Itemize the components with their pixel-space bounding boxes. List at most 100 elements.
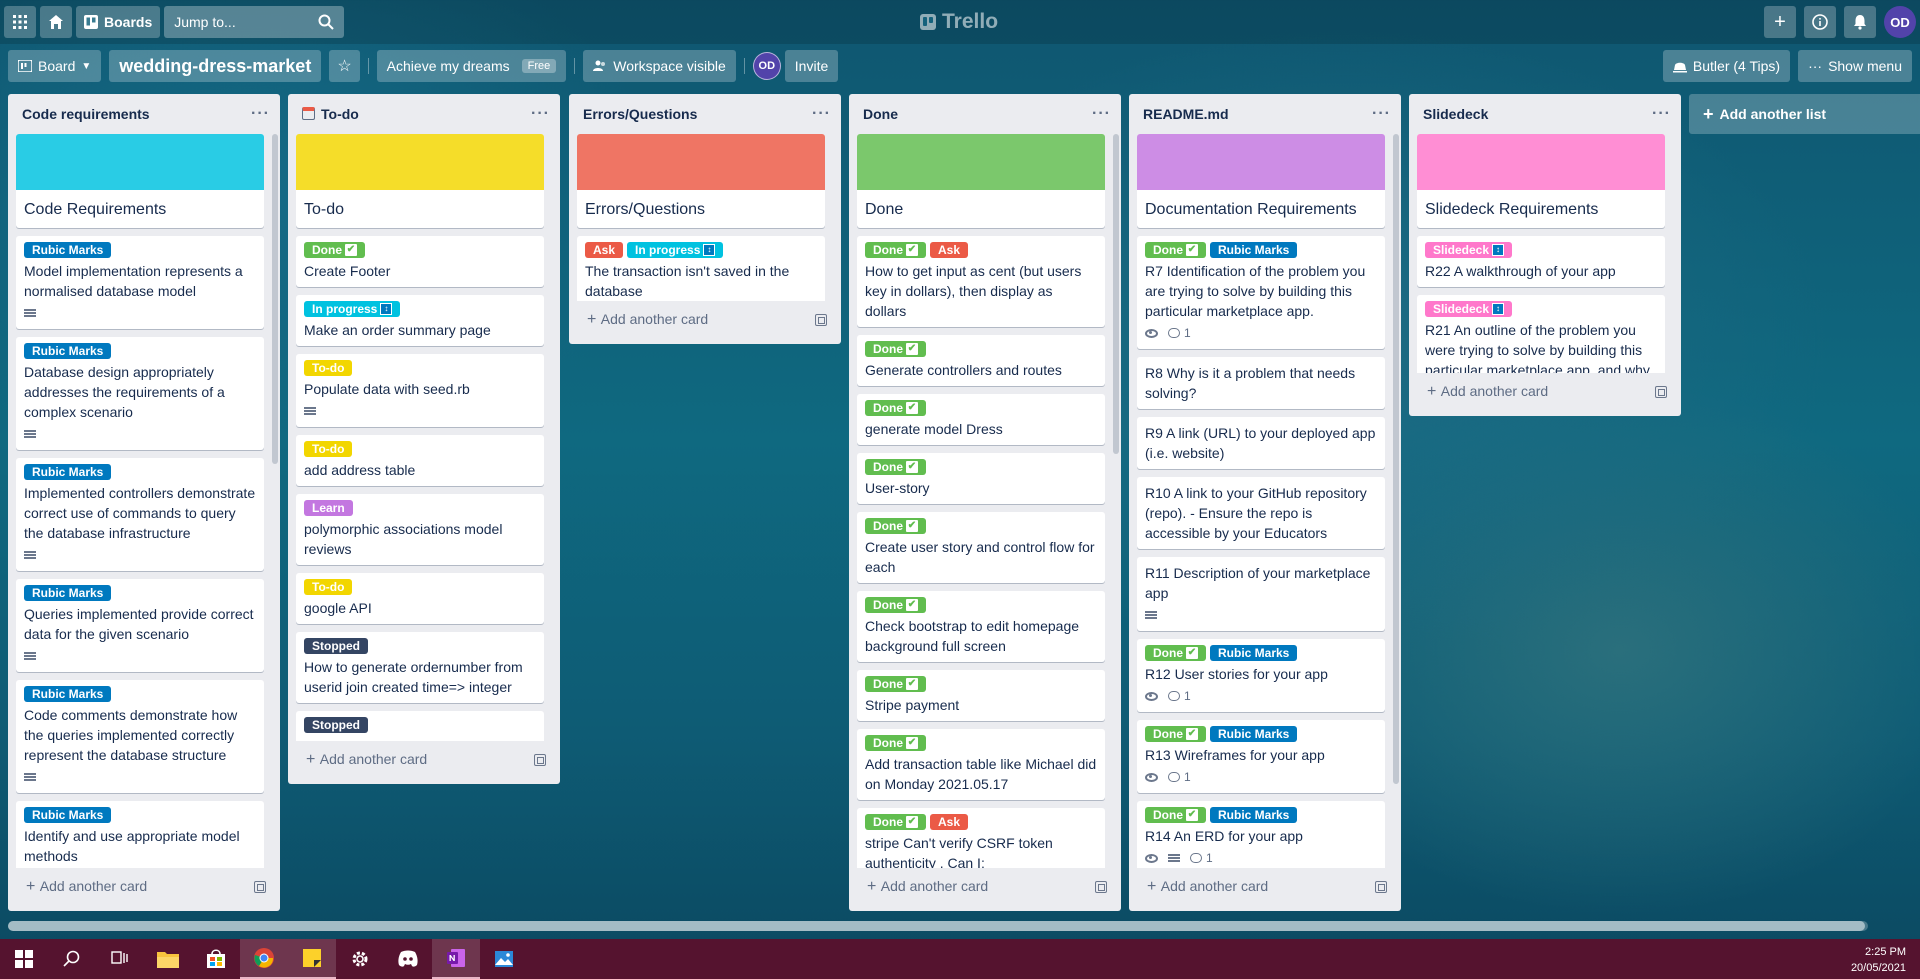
card[interactable]: Done ✔ Rubic Marks R13 Wireframes for your …	[1137, 720, 1385, 793]
cover-card[interactable]: Errors/Questions	[577, 134, 825, 228]
board-title-button[interactable]: wedding-dress-market	[109, 50, 322, 82]
list-title[interactable]: Done	[863, 106, 898, 122]
card[interactable]: Done ✔ Check bootstrap to edit homepage ba…	[857, 591, 1105, 662]
home-button[interactable]	[40, 6, 72, 38]
card[interactable]: Rubic Marks Database design appropriately…	[16, 337, 264, 450]
card[interactable]: R11 Description of your marketplace app	[1137, 557, 1385, 631]
photos-app[interactable]	[480, 939, 528, 979]
card[interactable]: Slidedeck ↕ R21 An outline of the problem …	[1417, 295, 1665, 373]
board-view-switcher[interactable]: Board ▼	[8, 50, 102, 82]
card[interactable]: To-do Populate data with seed.rb	[296, 354, 544, 427]
sticky-notes-app[interactable]	[288, 939, 336, 979]
list-menu-icon[interactable]: ···	[1092, 105, 1111, 123]
card-template-icon[interactable]	[254, 881, 266, 893]
list-menu-icon[interactable]: ···	[1652, 105, 1671, 123]
card[interactable]: R9 A link (URL) to your deployed app (i.…	[1137, 417, 1385, 469]
scrollbar-thumb[interactable]	[8, 921, 1865, 931]
card[interactable]: Learn polymorphic associations model revi…	[296, 494, 544, 565]
card[interactable]: Rubic Marks Identify and use appropriate …	[16, 801, 264, 868]
add-card-button[interactable]: + Add another card	[569, 301, 841, 339]
invite-button[interactable]: Invite	[784, 50, 839, 82]
list-title[interactable]: To-do	[302, 106, 359, 122]
card[interactable]: Done ✔ Rubic Marks R7 Identification of the…	[1137, 236, 1385, 349]
add-card-button[interactable]: + Add another card	[1129, 868, 1401, 906]
system-clock[interactable]: 2:25 PM 20/05/2021	[1851, 944, 1906, 976]
list-title[interactable]: Slidedeck	[1423, 106, 1488, 122]
list-scrollbar[interactable]	[272, 134, 278, 464]
horizontal-scrollbar[interactable]	[8, 921, 1868, 931]
card[interactable]: Done ✔ Rubic Marks R12 User stories for you…	[1137, 639, 1385, 712]
card[interactable]: In progress ↕ Make an order summary page	[296, 295, 544, 346]
file-explorer-app[interactable]	[144, 939, 192, 979]
card[interactable]: Ask In progress ↕ The transaction isn't sav…	[577, 236, 825, 301]
add-card-button[interactable]: + Add another card	[8, 868, 280, 906]
cover-card[interactable]: Done	[857, 134, 1105, 228]
card[interactable]: Stopped create new model for size, color	[296, 711, 544, 741]
add-card-button[interactable]: + Add another card	[1409, 373, 1681, 411]
workspace-button[interactable]: Achieve my dreams Free	[376, 50, 567, 82]
card[interactable]: Rubic Marks Queries implemented provide c…	[16, 579, 264, 672]
user-avatar[interactable]: OD	[1884, 6, 1916, 38]
card[interactable]: Done ✔ Generate controllers and routes	[857, 335, 1105, 386]
list-menu-icon[interactable]: ···	[1372, 105, 1391, 123]
card[interactable]: Done ✔ Add transaction table like Michael …	[857, 729, 1105, 800]
search-taskbar-button[interactable]	[48, 939, 96, 979]
info-button[interactable]	[1804, 6, 1836, 38]
card-template-icon[interactable]	[815, 314, 827, 326]
list-menu-icon[interactable]: ···	[812, 105, 831, 123]
card[interactable]: To-do add address table	[296, 435, 544, 486]
jump-search-input[interactable]: Jump to...	[164, 6, 345, 38]
add-card-button[interactable]: + Add another card	[849, 868, 1121, 906]
task-view-button[interactable]	[96, 939, 144, 979]
create-button[interactable]: +	[1764, 6, 1796, 38]
card-template-icon[interactable]	[534, 754, 546, 766]
cover-card[interactable]: Slidedeck Requirements	[1417, 134, 1665, 228]
add-list-button[interactable]: + Add another list	[1689, 94, 1920, 134]
card[interactable]: Stopped How to generate ordernumber from …	[296, 632, 544, 703]
cover-card[interactable]: Documentation Requirements	[1137, 134, 1385, 228]
discord-app[interactable]	[384, 939, 432, 979]
store-app[interactable]	[192, 939, 240, 979]
settings-app[interactable]	[336, 939, 384, 979]
card[interactable]: Done ✔ Ask How to get input as cent (but us…	[857, 236, 1105, 327]
card[interactable]: Rubic Marks Model implementation represen…	[16, 236, 264, 329]
trello-logo[interactable]: Trello	[920, 10, 998, 34]
cover-card[interactable]: To-do	[296, 134, 544, 228]
boards-button[interactable]: Boards	[76, 6, 161, 38]
cover-card[interactable]: Code Requirements	[16, 134, 264, 228]
list-title[interactable]: Errors/Questions	[583, 106, 697, 122]
card[interactable]: Done ✔ generate model Dress	[857, 394, 1105, 445]
card[interactable]: Rubic Marks Implemented controllers demon…	[16, 458, 264, 571]
list-title[interactable]: Code requirements	[22, 106, 150, 122]
butler-button[interactable]: Butler (4 Tips)	[1662, 50, 1791, 82]
card[interactable]: To-do google API	[296, 573, 544, 624]
card-template-icon[interactable]	[1375, 881, 1387, 893]
chrome-app[interactable]	[240, 939, 288, 979]
onenote-app[interactable]	[432, 939, 480, 979]
notifications-button[interactable]	[1844, 6, 1876, 38]
list-menu-icon[interactable]: ···	[251, 105, 270, 123]
star-button[interactable]: ☆	[329, 50, 360, 82]
list-menu-icon[interactable]: ···	[531, 105, 550, 123]
card[interactable]: Done ✔ Stripe payment	[857, 670, 1105, 721]
add-card-button[interactable]: + Add another card	[288, 741, 560, 779]
card[interactable]: Done ✔ User-story	[857, 453, 1105, 504]
show-menu-button[interactable]: ··· Show menu	[1798, 50, 1912, 82]
card[interactable]: Slidedeck ↕ R22 A walkthrough of your app	[1417, 236, 1665, 287]
card[interactable]: Done ✔ Create Footer	[296, 236, 544, 287]
card[interactable]: Done ✔ Ask stripe Can't verify CSRF token a…	[857, 808, 1105, 868]
visibility-button[interactable]: Workspace visible	[583, 50, 736, 82]
list-scrollbar[interactable]	[1393, 134, 1399, 784]
apps-grid-icon[interactable]	[4, 6, 36, 38]
card[interactable]: Rubic Marks Code comments demonstrate how…	[16, 680, 264, 793]
card-template-icon[interactable]	[1095, 881, 1107, 893]
card-template-icon[interactable]	[1655, 386, 1667, 398]
card[interactable]: R10 A link to your GitHub repository (re…	[1137, 477, 1385, 549]
card[interactable]: R8 Why is it a problem that needs solvin…	[1137, 357, 1385, 409]
member-avatar[interactable]: OD	[752, 52, 781, 80]
card[interactable]: Done ✔ Rubic Marks R14 An ERD for your app 1	[1137, 801, 1385, 868]
card[interactable]: Done ✔ Create user story and control flow …	[857, 512, 1105, 583]
list-title[interactable]: README.md	[1143, 106, 1229, 122]
list-scrollbar[interactable]	[1113, 134, 1119, 454]
windows-start-button[interactable]	[0, 939, 48, 979]
